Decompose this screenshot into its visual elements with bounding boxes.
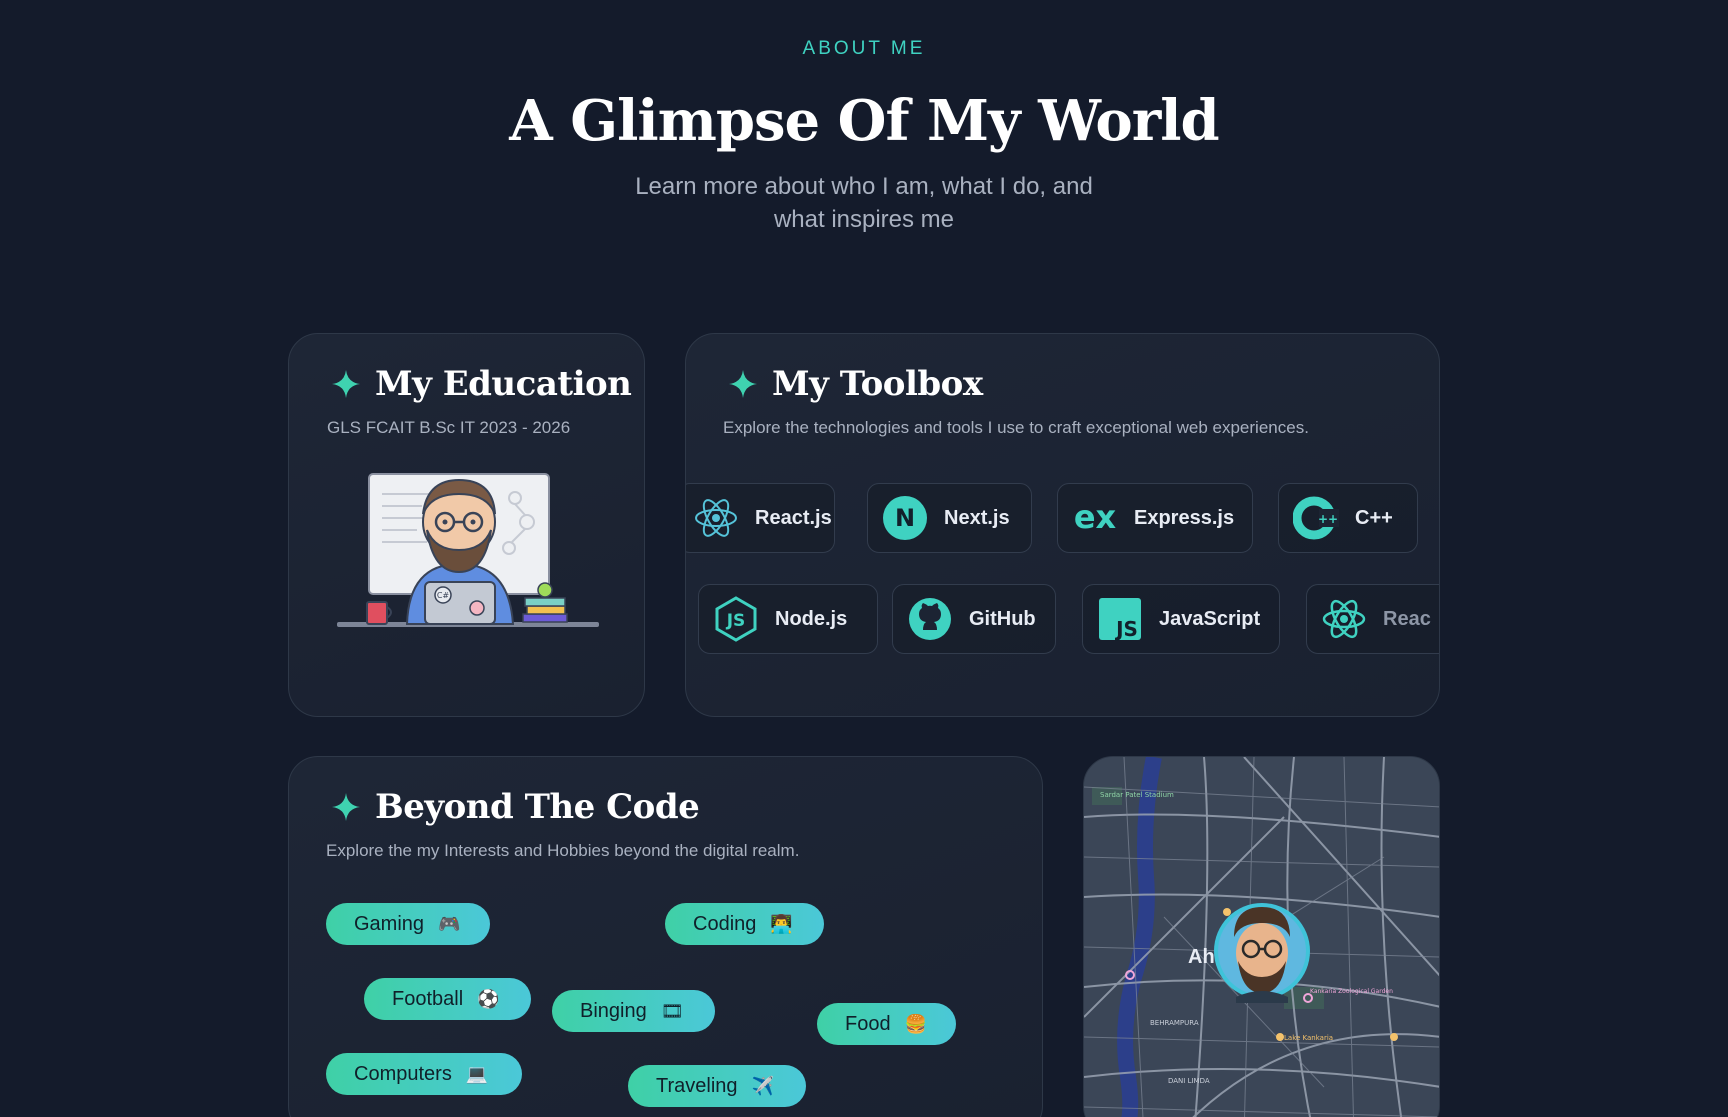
tool-label: C++ (1355, 506, 1393, 529)
tool-label: JavaScript (1159, 607, 1261, 630)
nextjs-icon: N (882, 495, 928, 541)
hobby-label: Football (392, 987, 464, 1010)
sparkle-icon (332, 370, 360, 398)
nextjs-letter: N (895, 504, 915, 532)
tool-chip-nextjs[interactable]: N Next.js (867, 483, 1032, 553)
hobby-chip-food[interactable]: Food 🍔 (817, 1003, 956, 1045)
film-icon: 🎞 (660, 1000, 684, 1022)
map-label-behrampura: BEHRAMPURA (1150, 1019, 1199, 1027)
toolbox-card: My Toolbox Explore the technologies and … (685, 333, 1440, 717)
beyond-heading: Beyond The Code (331, 787, 700, 827)
tool-chip-cplusplus[interactable]: ++ C++ (1278, 483, 1418, 553)
javascript-icon: JS (1097, 596, 1143, 642)
beyond-title: Beyond The Code (375, 787, 700, 827)
hobby-label: Coding (693, 912, 757, 935)
education-title: My Education (375, 364, 632, 404)
developer-illustration: C# (337, 473, 599, 627)
react-icon (693, 495, 739, 541)
coder-icon: 👨‍💻 (770, 913, 793, 935)
map-label-zoo: Kankaria Zoological Garden (1310, 988, 1393, 995)
tool-label: Node.js (775, 607, 848, 630)
tool-row-2: JS Node.js GitHub JS JavaScript Reac (686, 584, 1439, 654)
express-letters: ex (1074, 498, 1117, 536)
sparkle-icon (729, 370, 757, 398)
burger-icon: 🍔 (904, 1013, 928, 1035)
tool-chip-nodejs[interactable]: JS Node.js (698, 584, 878, 654)
hobby-label: Binging (580, 999, 647, 1022)
javascript-letters: JS (1114, 617, 1138, 641)
svg-text:++: ++ (1318, 512, 1338, 526)
hobby-chip-computers[interactable]: Computers 💻 (326, 1053, 522, 1095)
map-label-lake: Lake Kankaria (1284, 1034, 1333, 1042)
tool-label: Express.js (1134, 506, 1235, 529)
hobby-chip-coding[interactable]: Coding 👨‍💻 (665, 903, 824, 945)
city-map[interactable]: Sardar Patel Stadium BEHRAMPURA DANI LIM… (1084, 757, 1440, 1117)
education-heading: My Education (331, 364, 632, 404)
tool-row-1: React.js N Next.js ex Express.js ++ C++ (686, 483, 1439, 553)
hobby-label: Traveling (656, 1074, 738, 1097)
map-label-stadium: Sardar Patel Stadium (1100, 791, 1174, 799)
github-icon (907, 596, 953, 642)
laptop-sticker: C# (437, 591, 450, 600)
hobby-chip-gaming[interactable]: Gaming 🎮 (326, 903, 490, 945)
tool-chip-github[interactable]: GitHub (892, 584, 1056, 654)
svg-text:JS: JS (726, 611, 746, 631)
beyond-description: Explore the my Interests and Hobbies bey… (326, 841, 800, 860)
tool-label: GitHub (969, 607, 1036, 630)
toolbox-heading: My Toolbox (728, 364, 983, 404)
map-city-label: Ah (1188, 946, 1215, 968)
tool-chip-express[interactable]: ex Express.js (1057, 483, 1253, 553)
education-detail: GLS FCAIT B.Sc IT 2023 - 2026 (327, 418, 571, 437)
cplusplus-icon: ++ (1293, 495, 1339, 541)
tool-label: Reac (1383, 607, 1431, 630)
location-map-card[interactable]: Sardar Patel Stadium BEHRAMPURA DANI LIM… (1083, 756, 1440, 1117)
toolbox-title: My Toolbox (772, 364, 983, 404)
tool-label: Next.js (944, 506, 1010, 529)
education-card: My Education GLS FCAIT B.Sc IT 2023 - 20… (288, 333, 645, 717)
about-section: ABOUT ME A Glimpse Of My World Learn mor… (0, 0, 1728, 1117)
gamepad-icon: 🎮 (438, 913, 461, 935)
hobby-label: Computers (354, 1062, 452, 1085)
toolbox-description: Explore the technologies and tools I use… (723, 418, 1309, 437)
laptop-icon: 💻 (465, 1063, 489, 1085)
hobby-label: Food (845, 1012, 891, 1035)
tool-chip-react[interactable]: React.js (686, 483, 835, 553)
map-label-dani-limda: DANI LIMDA (1168, 1077, 1210, 1085)
react-icon (1321, 596, 1367, 642)
nodejs-icon: JS (713, 596, 759, 642)
hobby-label: Gaming (354, 912, 425, 935)
sparkle-icon (332, 793, 360, 821)
hobby-chip-binging[interactable]: Binging 🎞 (552, 990, 715, 1032)
hobby-chip-traveling[interactable]: Traveling ✈️ (628, 1065, 806, 1107)
section-title: A Glimpse Of My World (509, 88, 1219, 154)
tool-chip-react-repeat[interactable]: Reac (1306, 584, 1439, 654)
beyond-card: Beyond The Code Explore the my Interests… (288, 756, 1043, 1117)
tool-chip-javascript[interactable]: JS JavaScript (1082, 584, 1280, 654)
express-icon: ex (1072, 495, 1118, 541)
football-icon: ⚽ (477, 988, 500, 1010)
airplane-icon: ✈️ (751, 1075, 774, 1097)
section-subtitle: Learn more about who I am, what I do, an… (635, 173, 1093, 233)
tool-label: React.js (755, 506, 832, 529)
section-eyebrow: ABOUT ME (802, 38, 926, 59)
hobby-chip-football[interactable]: Football ⚽ (364, 978, 531, 1020)
